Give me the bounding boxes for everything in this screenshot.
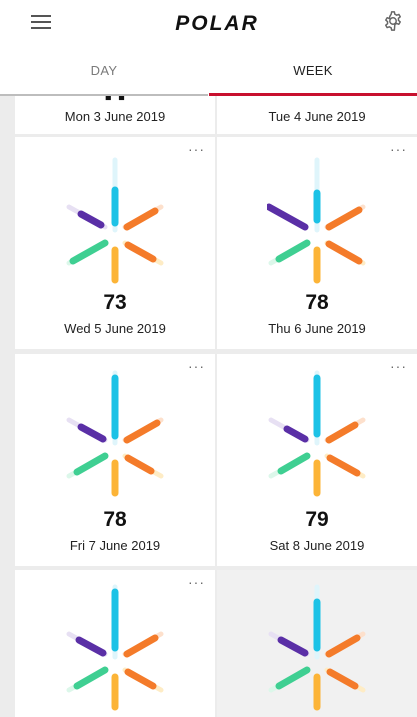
card-date: Mon 3 June 2019	[64, 109, 166, 124]
sleep-burst-icon	[268, 584, 366, 711]
day-card-tue[interactable]: Tue 4 June 2019	[217, 96, 417, 134]
day-card-wed[interactable]: ··· 73 Wed 5 June 2019	[15, 137, 215, 349]
tab-week[interactable]: WEEK	[209, 46, 417, 96]
tab-day-label: DAY	[90, 63, 118, 78]
day-card-thu[interactable]: ··· 78 Thu 6 June 2019	[217, 137, 417, 349]
sleep-burst-icon	[66, 370, 164, 497]
more-options-icon[interactable]: ···	[390, 358, 407, 374]
day-card-sat[interactable]: ··· 79 Sat 8 June 2019	[217, 354, 417, 566]
app-bar: POLAR	[0, 0, 417, 46]
day-card-fri[interactable]: ··· 78 Fri 7 June 2019	[15, 354, 215, 566]
polar-logo: POLAR	[175, 12, 259, 35]
tab-day[interactable]: DAY	[0, 46, 208, 96]
sleep-score: 73	[103, 291, 127, 314]
logo-text: POLAR	[175, 12, 259, 35]
sleep-burst-icon	[66, 584, 164, 711]
card-date: Thu 6 June 2019	[268, 321, 366, 336]
day-card-mon[interactable]: ▪ ▪ Mon 3 June 2019	[15, 96, 215, 134]
card-date: Fri 7 June 2019	[69, 538, 161, 553]
more-options-icon[interactable]: ···	[188, 358, 205, 374]
sleep-score: 78	[103, 508, 127, 531]
more-options-icon[interactable]: ···	[188, 141, 205, 157]
menu-button[interactable]	[31, 13, 53, 31]
day-card-empty[interactable]	[217, 570, 417, 717]
more-options-icon[interactable]: ···	[188, 574, 205, 590]
card-date: Tue 4 June 2019	[268, 109, 366, 124]
sleep-burst-icon	[66, 157, 164, 284]
sleep-score: 78	[305, 291, 329, 314]
tab-week-label: WEEK	[293, 63, 333, 78]
settings-gear-icon[interactable]	[382, 10, 404, 32]
day-card-sun[interactable]: ···	[15, 570, 215, 717]
card-date: Sat 8 June 2019	[269, 538, 365, 553]
week-card-grid: ▪ ▪ Mon 3 June 2019 Tue 4 June 2019 ··· …	[0, 96, 417, 717]
sleep-score: 79	[305, 508, 329, 531]
more-options-icon[interactable]: ···	[390, 141, 407, 157]
card-date: Wed 5 June 2019	[64, 321, 166, 336]
sleep-burst-icon	[268, 370, 366, 497]
period-tabs: DAY WEEK	[0, 46, 417, 96]
sleep-burst-icon	[267, 157, 366, 284]
